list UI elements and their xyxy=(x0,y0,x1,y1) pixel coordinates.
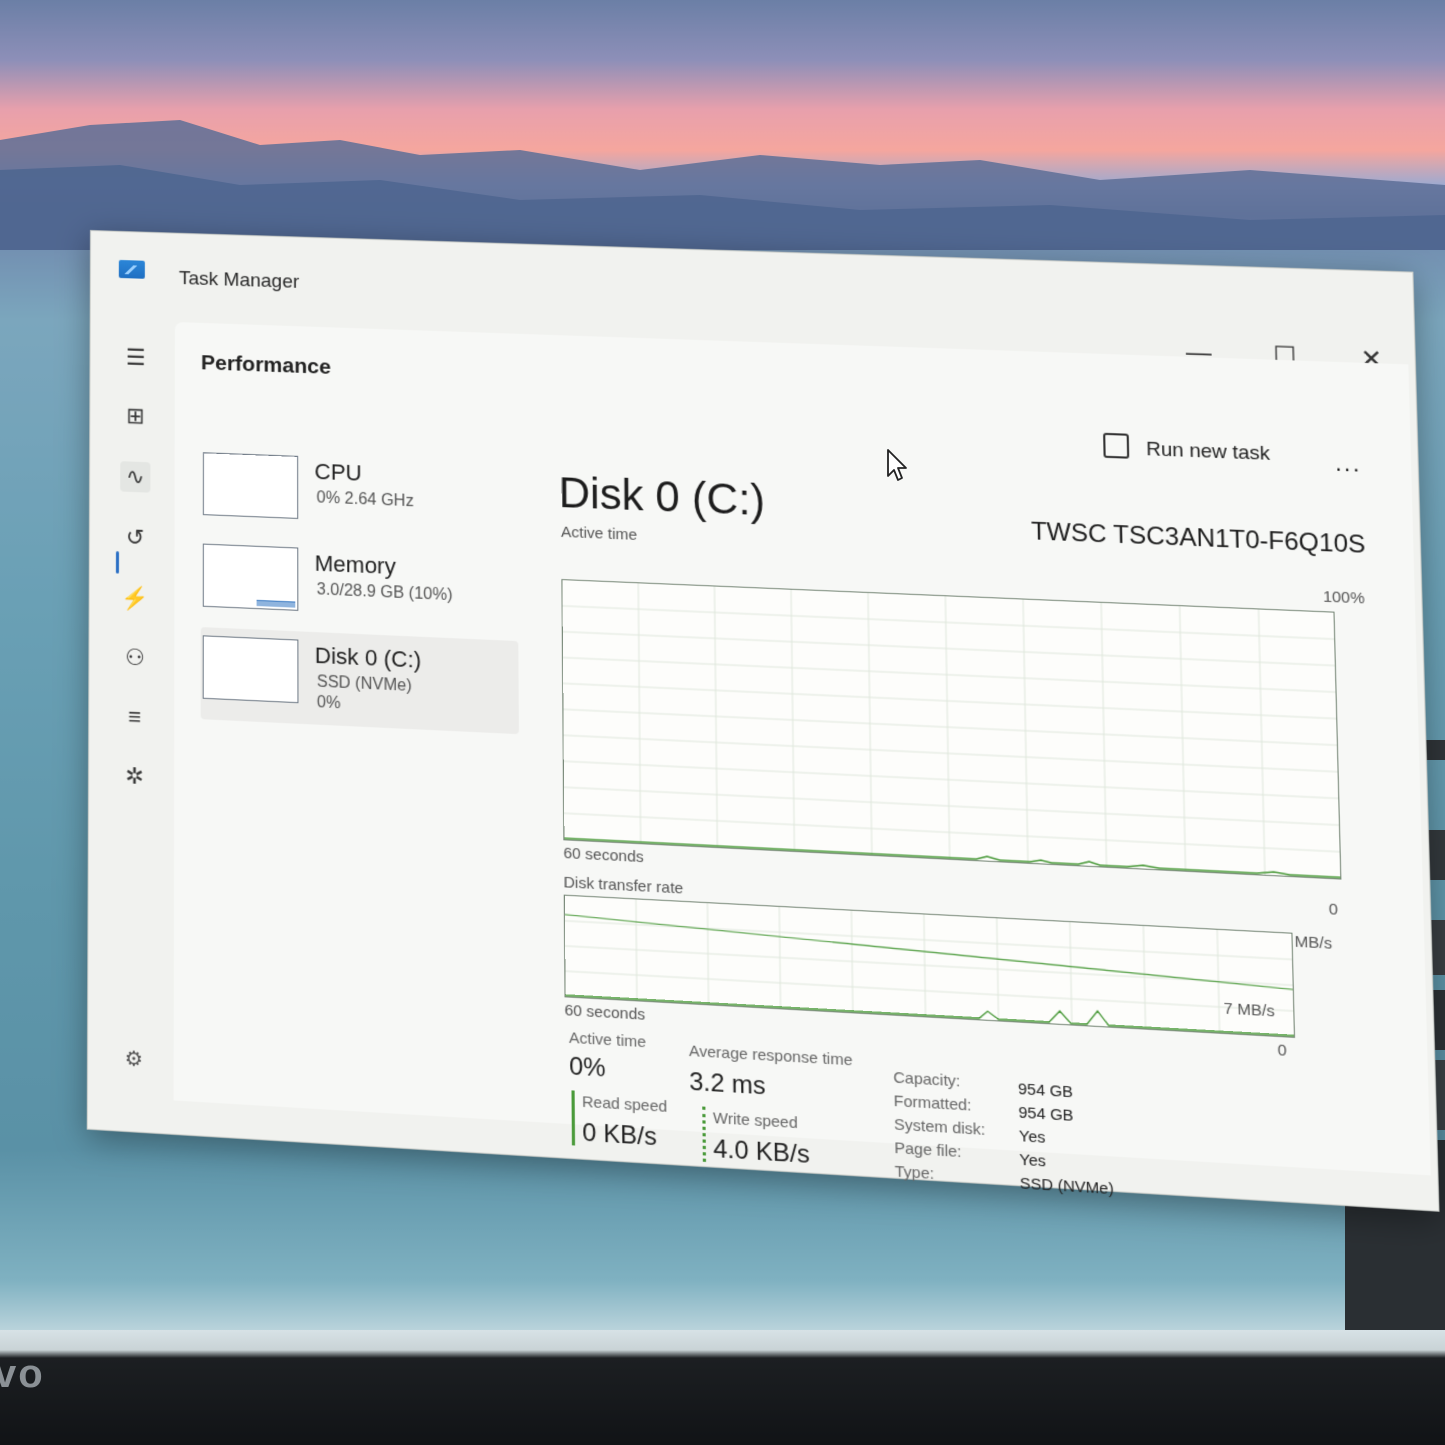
active-time-graph-max: 100% xyxy=(1323,588,1365,608)
device-usage: 3.0/28.9 GB (10%) xyxy=(317,581,453,605)
active-time-stat-value: 0% xyxy=(569,1052,606,1084)
menu-icon[interactable]: ☰ xyxy=(121,342,151,373)
page-title: Performance xyxy=(201,351,331,380)
users-icon[interactable]: ⚇ xyxy=(120,642,150,674)
type-label: Type: xyxy=(895,1163,935,1184)
startup-apps-icon[interactable]: ⚡ xyxy=(120,583,150,615)
mouse-cursor-icon xyxy=(886,448,912,484)
monitor-bezel xyxy=(0,1330,1445,1445)
system-disk-value: Yes xyxy=(1019,1127,1046,1147)
active-time-graph-label: Active time xyxy=(561,523,637,544)
page-file-label: Page file: xyxy=(894,1139,961,1161)
system-disk-label: System disk: xyxy=(894,1116,986,1140)
device-usage: 0% 2.64 GHz xyxy=(317,489,414,511)
disk-thumbnail-graph xyxy=(203,635,299,703)
transfer-rate-graph-label: Disk transfer rate xyxy=(564,874,684,898)
transfer-rate-graph xyxy=(564,895,1295,1038)
wallpaper-mountains xyxy=(0,110,1445,250)
transfer-rate-graph-min: 0 xyxy=(1277,1041,1287,1060)
read-speed-indicator xyxy=(571,1090,575,1145)
settings-icon[interactable]: ⚙ xyxy=(125,1046,143,1073)
device-type: SSD (NVMe) xyxy=(317,673,412,696)
device-usage: 0% xyxy=(317,694,341,714)
formatted-label: Formatted: xyxy=(894,1092,972,1115)
services-icon[interactable]: ✲ xyxy=(119,760,149,792)
write-speed-indicator xyxy=(702,1107,706,1162)
active-time-graph xyxy=(561,579,1341,880)
read-speed-value: 0 KB/s xyxy=(582,1118,657,1152)
disk-detail-panel: Disk 0 (C:) TWSC TSC3AN1T0-F6Q10S Active… xyxy=(558,468,1381,1162)
run-new-task-icon[interactable] xyxy=(1103,433,1129,459)
cpu-thumbnail-graph xyxy=(203,452,298,519)
details-icon[interactable]: ≡ xyxy=(119,701,149,733)
active-time-graph-min: 0 xyxy=(1328,900,1338,919)
disk-model: TWSC TSC3AN1T0-F6Q10S xyxy=(1031,517,1366,560)
write-speed-value: 4.0 KB/s xyxy=(713,1135,810,1171)
transfer-rate-graph-duration: 60 seconds xyxy=(565,1002,646,1024)
device-name: Disk 0 (C:) xyxy=(315,642,422,674)
monitor-brand-logo: vo xyxy=(0,1352,45,1397)
active-time-graph-duration: 60 seconds xyxy=(563,844,643,866)
capacity-label: Capacity: xyxy=(893,1069,960,1091)
disk-title: Disk 0 (C:) xyxy=(558,468,765,526)
device-name: Memory xyxy=(315,550,396,580)
active-nav-indicator xyxy=(116,551,119,573)
device-item-memory[interactable]: Memory 3.0/28.9 GB (10%) xyxy=(201,535,519,641)
device-name: CPU xyxy=(314,459,361,487)
task-manager-window[interactable]: Task Manager — ☐ ✕ ☰ ⊞ ∿ ↺ ⚡ ⚇ ≡ ✲ ⚙ Per… xyxy=(87,230,1440,1212)
read-speed-label: Read speed xyxy=(582,1093,667,1116)
avg-response-label: Average response time xyxy=(689,1042,853,1069)
formatted-value: 954 GB xyxy=(1018,1104,1073,1125)
memory-thumbnail-graph xyxy=(203,544,299,611)
page-file-value: Yes xyxy=(1019,1151,1046,1171)
task-manager-app-icon xyxy=(119,260,145,279)
device-item-disk0[interactable]: Disk 0 (C:) SSD (NVMe) 0% xyxy=(201,627,519,734)
transfer-rate-second-scale: 7 MB/s xyxy=(1224,1000,1275,1021)
app-history-icon[interactable]: ↺ xyxy=(120,522,150,554)
window-title: Task Manager xyxy=(179,268,299,294)
navigation-rail: ☰ ⊞ ∿ ↺ ⚡ ⚇ ≡ ✲ xyxy=(88,311,173,1092)
device-list: CPU 0% 2.64 GHz Memory 3.0/28.9 GB (10%)… xyxy=(201,444,519,734)
processes-icon[interactable]: ⊞ xyxy=(120,401,150,432)
avg-response-value: 3.2 ms xyxy=(689,1068,766,1102)
performance-page: Performance Run new task ... CPU 0% 2.64… xyxy=(174,322,1431,1175)
performance-icon[interactable]: ∿ xyxy=(120,461,150,493)
capacity-value: 954 GB xyxy=(1018,1080,1073,1101)
active-time-stat-label: Active time xyxy=(569,1029,646,1051)
more-options-button[interactable]: ... xyxy=(1335,450,1362,478)
write-speed-label: Write speed xyxy=(713,1109,798,1132)
run-new-task-button[interactable]: Run new task xyxy=(1146,439,1270,467)
device-item-cpu[interactable]: CPU 0% 2.64 GHz xyxy=(201,444,518,548)
